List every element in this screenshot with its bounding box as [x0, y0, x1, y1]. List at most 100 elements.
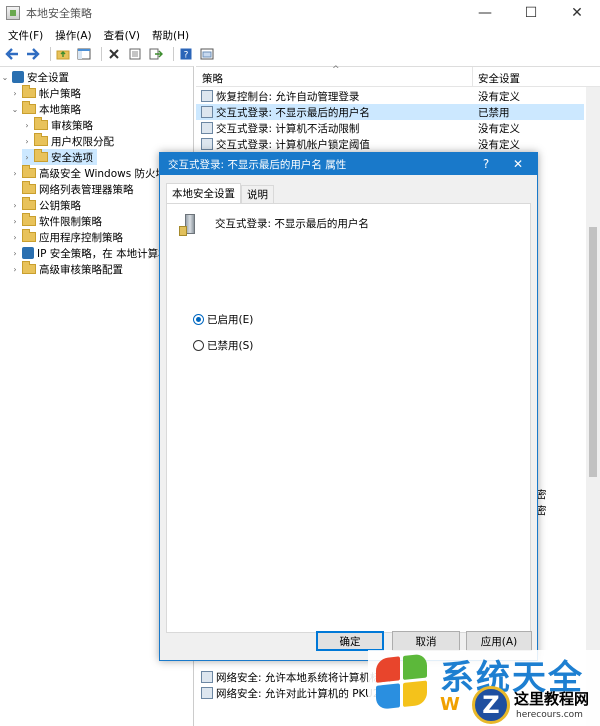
close-button[interactable]: ✕ — [554, 0, 600, 26]
app-icon — [6, 6, 20, 20]
folder-icon — [34, 133, 48, 146]
tree-node-windows-firewall[interactable]: › 高级安全 Windows 防火墙 — [10, 165, 166, 181]
toolbar: ? — [0, 44, 600, 64]
folder-icon — [22, 101, 36, 114]
folder-icon — [22, 85, 36, 98]
tree-node-user-rights[interactable]: › 用户权限分配 — [22, 133, 114, 149]
up-folder-icon[interactable] — [55, 46, 71, 62]
scrollbar-thumb[interactable] — [589, 227, 597, 477]
expand-icon[interactable]: › — [10, 233, 20, 242]
tree-node-software-restriction[interactable]: › 软件限制策略 — [10, 213, 102, 229]
folder-icon — [22, 197, 36, 210]
maximize-button[interactable]: ☐ — [508, 0, 554, 26]
menu-view[interactable]: 查看(V) — [104, 28, 140, 43]
folder-icon — [22, 181, 36, 194]
menu-help[interactable]: 帮助(H) — [152, 28, 189, 43]
tab-explain[interactable]: 说明 — [241, 185, 274, 203]
tree-node-public-key[interactable]: › 公钥策略 — [10, 197, 81, 213]
radio-button[interactable] — [193, 340, 204, 351]
windows-logo — [376, 653, 430, 713]
tree-node-label: 网络列表管理器策略 — [39, 183, 134, 196]
watermark-badge: Z — [472, 686, 510, 724]
policy-name-cell: 交互式登录: 计算机不活动限制 — [216, 122, 360, 135]
help-icon[interactable]: ? — [178, 46, 194, 62]
expand-icon[interactable]: › — [22, 121, 32, 130]
tree-node-advanced-audit[interactable]: › 高级审核策略配置 — [10, 261, 123, 277]
expand-icon[interactable]: › — [10, 201, 20, 210]
setting-cell: 没有定义 — [478, 122, 520, 135]
tree-node-security-options[interactable]: › 安全选项 — [22, 149, 97, 165]
vertical-scrollbar[interactable] — [586, 87, 600, 726]
dialog-close-button[interactable]: ✕ — [503, 153, 533, 175]
ok-button[interactable]: 确定 — [316, 631, 384, 651]
tree-node-label: 应用程序控制策略 — [39, 231, 123, 244]
console-icon[interactable] — [199, 46, 215, 62]
properties-icon[interactable] — [127, 46, 143, 62]
collapse-icon[interactable]: ⌄ — [0, 73, 10, 82]
expand-icon[interactable]: › — [10, 89, 20, 98]
ip-security-icon — [22, 247, 34, 259]
cancel-button[interactable]: 取消 — [392, 631, 460, 651]
radio-disabled[interactable]: 已禁用(S) — [193, 338, 253, 353]
tree-node-label: 高级审核策略配置 — [39, 263, 123, 276]
watermark-site-name: 这里教程网 — [514, 690, 590, 708]
watermark: 系统天全 W Z 这里教程网 herecours.com — [368, 650, 600, 726]
tab-panel: 交互式登录: 不显示最后的用户名 已启用(E) 已禁用(S) — [166, 203, 531, 633]
forward-arrow-icon[interactable] — [25, 46, 41, 62]
radio-button-checked[interactable] — [193, 314, 204, 325]
column-divider[interactable] — [472, 67, 473, 87]
table-row[interactable]: 交互式登录: 计算机不活动限制 没有定义 — [196, 120, 584, 136]
policy-title: 交互式登录: 不显示最后的用户名 — [215, 218, 369, 230]
expand-icon[interactable]: › — [22, 137, 32, 146]
folder-icon — [22, 261, 36, 274]
list-header: 策略 ^ 安全设置 — [196, 65, 600, 87]
folder-icon — [34, 117, 48, 130]
tree-node-label: 高级安全 Windows 防火墙 — [39, 167, 167, 180]
watermark-letter: W — [440, 694, 460, 715]
svg-text:?: ? — [184, 51, 189, 61]
security-settings-icon — [12, 71, 24, 83]
back-arrow-icon[interactable] — [4, 46, 20, 62]
collapse-icon[interactable]: ⌄ — [10, 105, 20, 114]
expand-icon[interactable]: › — [10, 249, 20, 258]
radio-enabled[interactable]: 已启用(E) — [193, 312, 253, 327]
tree-node-label: 本地策略 — [39, 103, 81, 116]
delete-icon[interactable] — [106, 46, 122, 62]
expand-icon[interactable]: › — [10, 265, 20, 274]
policy-name-cell: 恢复控制台: 允许自动管理登录 — [216, 90, 360, 103]
tree-node-local-policies[interactable]: ⌄ 本地策略 — [10, 101, 81, 117]
tree-node-label: 安全设置 — [27, 71, 69, 84]
tree-node-label: 公钥策略 — [39, 199, 81, 212]
menu-action[interactable]: 操作(A) — [55, 28, 91, 43]
setting-cell: 没有定义 — [478, 90, 520, 103]
tab-local-security-setting[interactable]: 本地安全设置 — [166, 183, 241, 203]
tree-node-network-list[interactable]: 网络列表管理器策略 — [10, 181, 134, 197]
tree-node-security-settings[interactable]: ⌄ 安全设置 — [0, 69, 69, 85]
dialog-tabs: 本地安全设置 说明 — [166, 183, 274, 203]
expand-icon[interactable]: › — [10, 169, 20, 178]
minimize-button[interactable]: — — [462, 0, 508, 26]
table-row[interactable]: 交互式登录: 计算机帐户锁定阈值 没有定义 — [196, 136, 584, 152]
tree-node-label: 帐户策略 — [39, 87, 81, 100]
tree-node-label: 安全选项 — [51, 151, 93, 164]
properties-dialog: 交互式登录: 不显示最后的用户名 属性 ? ✕ 本地安全设置 说明 交互式登录:… — [159, 152, 538, 661]
menu-file[interactable]: 文件(F) — [8, 28, 43, 43]
tree-node-ip-security[interactable]: › IP 安全策略，在 本地计算机 — [10, 245, 169, 261]
tree-node-account-policies[interactable]: › 帐户策略 — [10, 85, 81, 101]
window-controls: — ☐ ✕ — [462, 0, 600, 26]
tree-node-app-control[interactable]: › 应用程序控制策略 — [10, 229, 123, 245]
apply-button[interactable]: 应用(A) — [466, 631, 532, 651]
export-icon[interactable] — [148, 46, 164, 62]
tree-node-audit-policy[interactable]: › 审核策略 — [22, 117, 93, 133]
table-row[interactable]: 交互式登录: 不显示最后的用户名 已禁用 — [196, 104, 584, 120]
expand-icon[interactable]: › — [10, 217, 20, 226]
column-header-policy[interactable]: 策略 — [202, 71, 223, 86]
toolbar-separator — [101, 47, 102, 61]
column-header-setting[interactable]: 安全设置 — [478, 71, 520, 86]
show-tree-icon[interactable] — [76, 46, 92, 62]
policy-icon — [201, 687, 213, 699]
dialog-help-button[interactable]: ? — [471, 153, 501, 175]
expand-icon[interactable]: › — [22, 153, 32, 162]
radio-label: 已启用(E) — [207, 314, 254, 326]
table-row[interactable]: 恢复控制台: 允许自动管理登录 没有定义 — [196, 88, 584, 104]
